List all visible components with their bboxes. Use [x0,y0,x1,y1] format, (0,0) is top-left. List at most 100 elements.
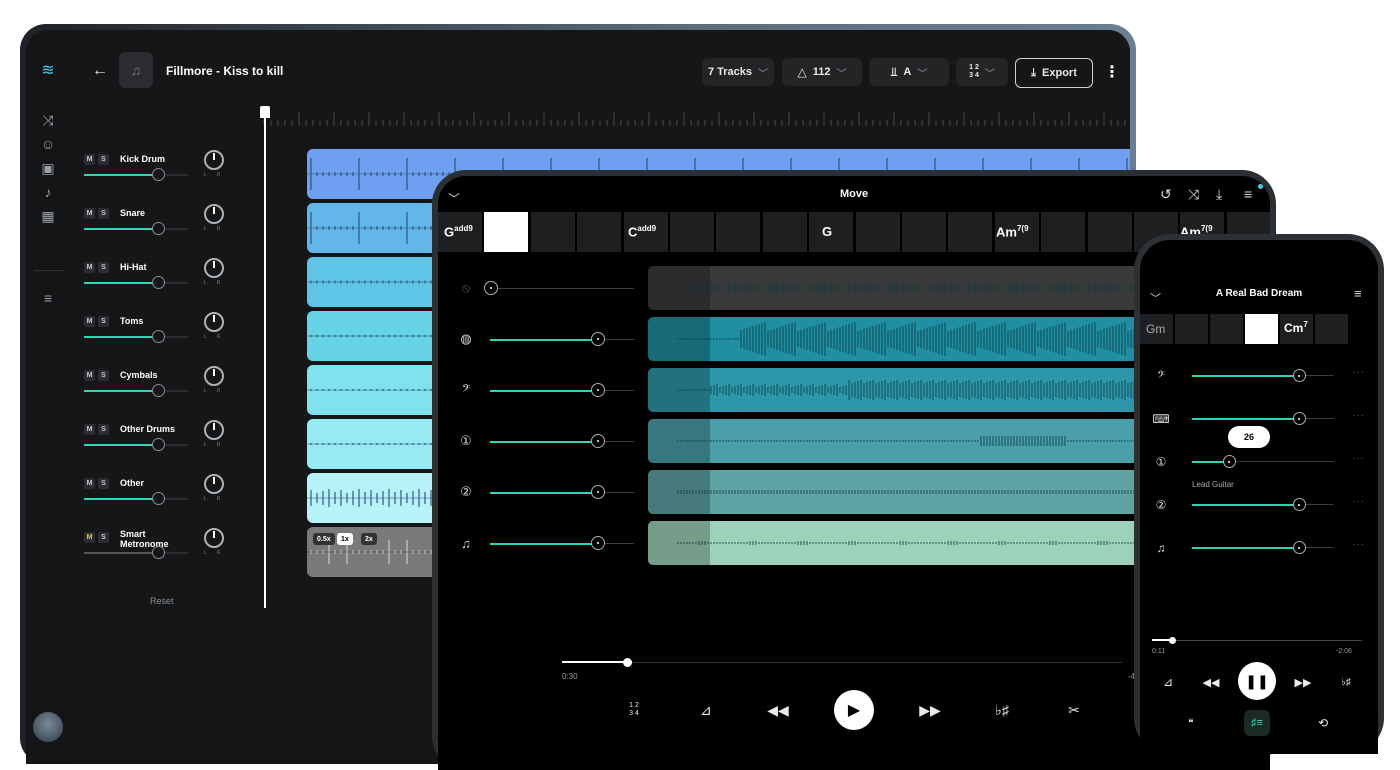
mute-button[interactable]: M [84,262,95,273]
volume-knob[interactable] [151,276,165,289]
solo-button[interactable]: S [98,532,109,543]
chord-cell[interactable] [1041,212,1086,252]
guitar-1-icon[interactable]: ① [456,431,476,451]
chord-cell[interactable] [762,212,807,252]
more-options-icon[interactable]: ··· [1352,539,1365,550]
volume-knob[interactable] [151,330,165,343]
speed-option[interactable]: 1x [337,533,353,545]
chord-cell[interactable] [1210,314,1243,344]
solo-button[interactable]: S [98,424,109,435]
volume-slider[interactable] [490,389,634,392]
volume-slider[interactable] [84,390,188,392]
chord-cell[interactable] [577,212,622,252]
volume-knob[interactable] [151,384,165,397]
piano-icon[interactable]: ⌨ [1152,410,1170,428]
volume-slider[interactable] [1192,460,1334,463]
playlist-icon[interactable]: ≡ [38,288,58,308]
progress-knob[interactable] [623,658,632,667]
chord-cell[interactable] [1245,314,1278,344]
grid-icon[interactable]: ▦ [38,206,58,226]
volume-slider[interactable] [84,336,188,338]
key-shift-icon[interactable]: ♭♯ [1336,672,1356,692]
mute-button[interactable]: M [84,154,95,165]
speed-option[interactable]: 2x [361,533,377,545]
volume-slider[interactable] [490,542,634,545]
export-button[interactable]: ⤓ Export [1015,58,1093,88]
volume-knob[interactable] [1292,498,1306,511]
volume-slider[interactable] [1192,503,1334,506]
playhead-handle[interactable] [260,106,270,118]
loop-icon[interactable]: ⟲ [1312,712,1334,734]
pan-knob[interactable] [204,204,224,224]
tracks-dropdown[interactable]: 7 Tracks ﹀ [702,58,774,86]
guitar-1-icon[interactable]: ① [1152,453,1170,471]
chord-cell[interactable] [948,212,993,252]
scissors-icon[interactable]: ✂ [1062,698,1086,722]
progress-track[interactable] [1152,637,1362,644]
reset-button[interactable]: Reset [150,596,174,606]
chord-cell[interactable] [1087,212,1132,252]
menu-icon[interactable]: ≡ [1354,286,1362,301]
drum-icon[interactable]: ◍ [456,329,476,349]
chord-cell[interactable] [484,212,529,252]
pause-button[interactable]: ❚❚ [1238,662,1276,700]
volume-knob[interactable] [591,332,605,346]
solo-button[interactable]: S [98,262,109,273]
more-options-icon[interactable]: ··· [1352,410,1365,421]
volume-knob[interactable] [591,485,605,499]
guitar-2-icon[interactable]: ② [1152,496,1170,514]
time-signature-button[interactable]: 1 2 3 4 [622,698,646,722]
key-dropdown[interactable]: ⫫ A ﹀ [869,58,949,86]
key-shift-icon[interactable]: ♭♯ [990,698,1014,722]
chords-icon[interactable]: ♯≡ [1244,710,1270,736]
volume-slider[interactable] [84,282,188,284]
volume-knob[interactable] [151,222,165,235]
mute-button[interactable]: M [84,478,95,489]
volume-knob[interactable] [151,546,165,559]
undo-icon[interactable]: ↺ [1160,186,1172,203]
speaker-icon[interactable]: ▣ [38,158,58,178]
chord-cell[interactable] [530,212,575,252]
tempo-dropdown[interactable]: △ 112 ﹀ [782,58,862,86]
volume-knob[interactable] [591,434,605,448]
more-menu-icon[interactable]: ⋮ [1104,62,1120,82]
volume-slider[interactable] [490,491,634,494]
chord-cell[interactable] [1175,314,1208,344]
volume-knob[interactable] [591,536,605,550]
rewind-icon[interactable]: ◀◀ [1200,672,1222,692]
pan-knob[interactable] [204,312,224,332]
more-options-icon[interactable]: ··· [1352,367,1365,378]
metronome-icon[interactable]: ⊿ [694,698,718,722]
volume-slider[interactable] [84,498,188,500]
fast-forward-icon[interactable]: ▶▶ [1292,672,1314,692]
mic-off-icon[interactable]: ⦸ [456,278,476,298]
solo-button[interactable]: S [98,154,109,165]
volume-knob[interactable] [151,492,165,505]
pan-knob[interactable] [204,528,224,548]
volume-knob[interactable] [151,438,165,451]
pan-knob[interactable] [204,420,224,440]
solo-button[interactable]: S [98,208,109,219]
volume-slider[interactable] [1192,546,1334,549]
bass-icon[interactable]: 𝄢 [1152,367,1170,385]
mute-button[interactable]: M [84,424,95,435]
more-options-icon[interactable]: ··· [1352,453,1365,464]
guitar-2-icon[interactable]: ② [456,482,476,502]
volume-knob[interactable] [1292,369,1306,382]
pan-knob[interactable] [204,150,224,170]
split-icon[interactable]: ⤨ [38,110,58,130]
mute-button[interactable]: M [84,532,95,543]
volume-knob[interactable] [1222,455,1236,468]
progress-knob[interactable] [1169,637,1176,644]
volume-knob[interactable] [1292,412,1306,425]
music-note-icon[interactable]: ♫ [1152,539,1170,557]
volume-slider[interactable] [1192,374,1334,377]
more-options-icon[interactable]: ··· [1352,496,1365,507]
volume-slider[interactable] [84,444,188,446]
volume-knob[interactable] [1292,541,1306,554]
volume-slider[interactable] [84,228,188,230]
chord-cell[interactable] [1315,314,1348,344]
lyrics-icon[interactable]: ❝ [1180,712,1202,734]
music-note-icon[interactable]: ♫ [456,533,476,553]
chord-cell[interactable] [670,212,714,252]
